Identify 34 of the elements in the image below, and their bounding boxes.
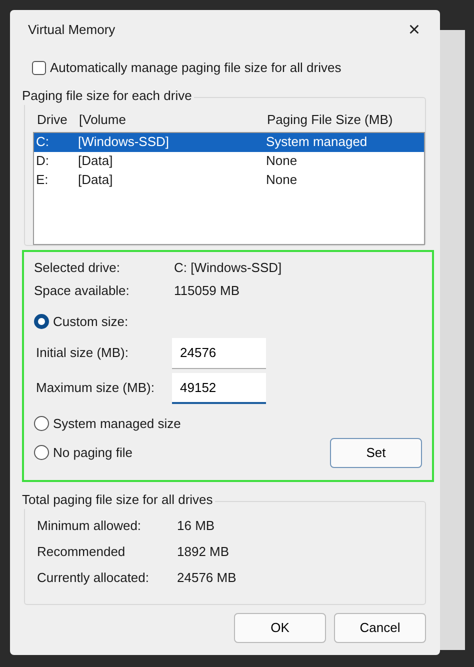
dialog-button[interactable]: OK [234,613,326,643]
info-value: 16 MB [177,517,215,535]
window-title: Virtual Memory [28,21,116,40]
checkbox-label[interactable]: Automatically manage paging file size for all drives [50,58,342,78]
info-value: C: [Windows-SSD] [174,258,282,277]
list-row[interactable]: C: [Windows-SSD] System managed [34,132,424,152]
radio-label[interactable]: No paging file [53,442,132,462]
radio-label[interactable]: System managed size [53,414,181,434]
radio-label[interactable]: Custom size: [53,312,128,332]
info-label: Currently allocated: [37,569,150,587]
radio-button[interactable] [34,314,49,329]
dialog-button[interactable]: Cancel [334,613,426,643]
info-label: Selected drive: [34,258,121,276]
column-header: Drive [37,111,68,129]
drive-list[interactable]: C: [Windows-SSD] System managed D: [Data] None E: [Data] None [33,132,425,244]
radio-button[interactable] [34,416,49,431]
close-button[interactable]: × [402,15,426,45]
list-row[interactable]: D: [Data] None [34,152,424,170]
column-header: [Volume [79,111,127,129]
list-row[interactable]: E: [Data] None [34,170,424,190]
column-header: Paging File Size (MB) [267,111,393,129]
checkbox[interactable] [32,60,46,75]
radio-button[interactable] [34,445,49,460]
info-label: Space available: [34,282,130,300]
input-field[interactable]: 49152 [172,372,266,404]
set-button[interactable]: Set [330,438,422,468]
field-label: Maximum size (MB): [36,379,156,398]
info-label: Recommended [37,543,126,561]
input-field[interactable]: 24576 [172,338,266,368]
info-label: Minimum allowed: [37,517,142,535]
info-value: 24576 MB [177,569,236,587]
info-value: 1892 MB [177,543,230,561]
info-value: 115059 MB [174,282,240,300]
field-label: Initial size (MB): [36,344,130,362]
